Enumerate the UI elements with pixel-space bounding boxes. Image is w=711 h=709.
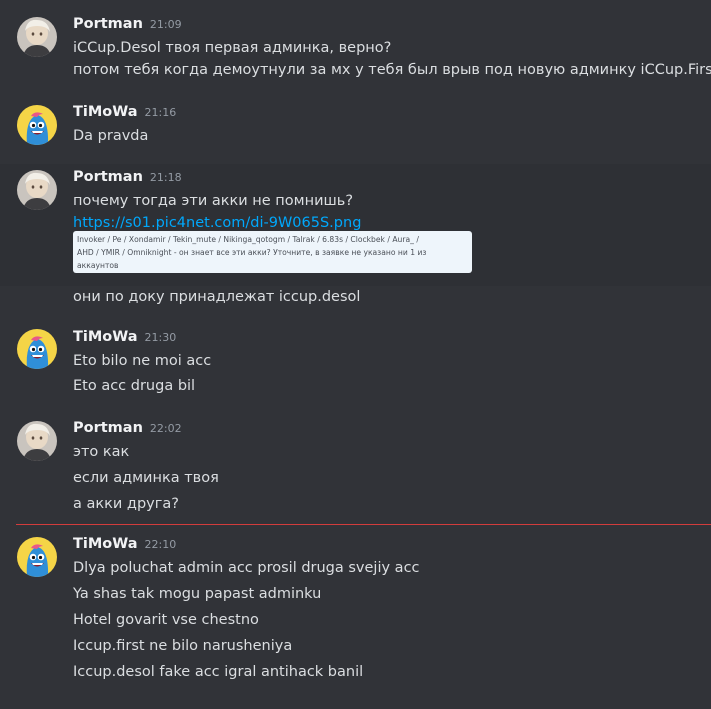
message-group: Portman 21:09 iCCup.Desol твоя первая ад… — [0, 0, 711, 92]
username[interactable]: Portman — [73, 16, 143, 32]
message-group: они по доку принадлежат iccup.desol — [0, 286, 711, 312]
message-text: Eto acc druga bil — [73, 378, 196, 394]
message-group: TiMoWa 21:16 Da pravda — [0, 92, 711, 164]
message-header: TiMoWa 21:16 — [73, 104, 176, 126]
portman-avatar[interactable] — [17, 17, 57, 57]
username[interactable]: TiMoWa — [73, 329, 138, 345]
message-text: Ya shas tak mogu papast adminku — [73, 586, 322, 602]
timowa-avatar[interactable] — [17, 537, 57, 577]
message-text: почему тогда эти акки не помнишь? — [73, 193, 354, 209]
message-text: Iccup.desol fake acc igral antihack bani… — [73, 664, 364, 680]
username[interactable]: TiMoWa — [73, 104, 138, 120]
message-header: Portman 22:02 — [73, 420, 182, 442]
message-text: если админка твоя — [73, 470, 219, 486]
message-text: Dlya poluchat admin acc prosil druga sve… — [73, 560, 420, 576]
timestamp: 21:30 — [144, 331, 177, 344]
username[interactable]: TiMoWa — [73, 536, 138, 552]
username[interactable]: Portman — [73, 420, 143, 436]
message-text: они по доку принадлежат iccup.desol — [73, 289, 361, 305]
message-group: TiMoWa 21:30 Eto bilo ne moi acc Eto acc… — [0, 312, 711, 412]
username[interactable]: Portman — [73, 169, 143, 185]
message-text: потом тебя когда демоутнули за мх у тебя… — [73, 62, 711, 78]
message-text: iCCup.Desol твоя первая админка, верно? — [73, 40, 392, 56]
message-text: Hotel govarit vse chestno — [73, 612, 259, 628]
message-text: а акки друга? — [73, 496, 179, 512]
message-text: Da pravda — [73, 128, 149, 144]
message-group: TiMoWa 22:10 Dlya poluchat admin acc pro… — [0, 530, 711, 709]
timestamp: 22:10 — [144, 538, 177, 551]
message-header: TiMoWa 22:10 — [73, 536, 176, 558]
timestamp: 21:09 — [149, 18, 182, 31]
message-header: Portman 21:09 — [73, 16, 182, 38]
timestamp: 21:16 — [144, 106, 177, 119]
portman-avatar[interactable] — [17, 170, 57, 210]
message-text: это как — [73, 444, 130, 460]
timowa-avatar[interactable] — [17, 329, 57, 369]
message-group: Portman 22:02 это как если админка твоя … — [0, 412, 711, 522]
message-text: Iccup.first ne bilo narusheniya — [73, 638, 293, 654]
message-group: Portman 21:18 почему тогда эти акки не п… — [0, 164, 711, 286]
timestamp: 22:02 — [149, 422, 182, 435]
chat-messages: Portman 21:09 iCCup.Desol твоя первая ад… — [0, 0, 711, 709]
new-messages-divider — [16, 524, 711, 525]
message-text: Eto bilo ne moi acc — [73, 353, 212, 369]
timowa-avatar[interactable] — [17, 105, 57, 145]
message-header: TiMoWa 21:30 — [73, 329, 176, 351]
message-header: Portman 21:18 — [73, 169, 182, 191]
timestamp: 21:18 — [149, 171, 182, 184]
image-attachment[interactable]: Invoker / Pe / Xondamir / Tekin_mute / N… — [73, 231, 472, 273]
portman-avatar[interactable] — [17, 421, 57, 461]
